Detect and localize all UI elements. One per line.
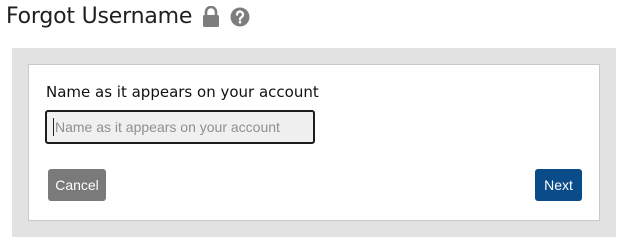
cancel-button[interactable]: Cancel — [48, 169, 106, 201]
form-card: Name as it appears on your account Cance… — [28, 64, 600, 221]
forgot-username-page: Forgot Username Name as it appears on yo… — [0, 0, 620, 237]
page-title: Forgot Username — [6, 4, 193, 29]
form-panel: Name as it appears on your account Cance… — [12, 48, 616, 237]
text-cursor — [53, 118, 54, 136]
page-header: Forgot Username — [6, 0, 250, 34]
lock-icon — [202, 6, 220, 28]
name-field-label: Name as it appears on your account — [46, 83, 319, 101]
help-icon[interactable] — [230, 7, 250, 27]
next-button[interactable]: Next — [535, 169, 582, 201]
name-input[interactable] — [45, 110, 315, 144]
